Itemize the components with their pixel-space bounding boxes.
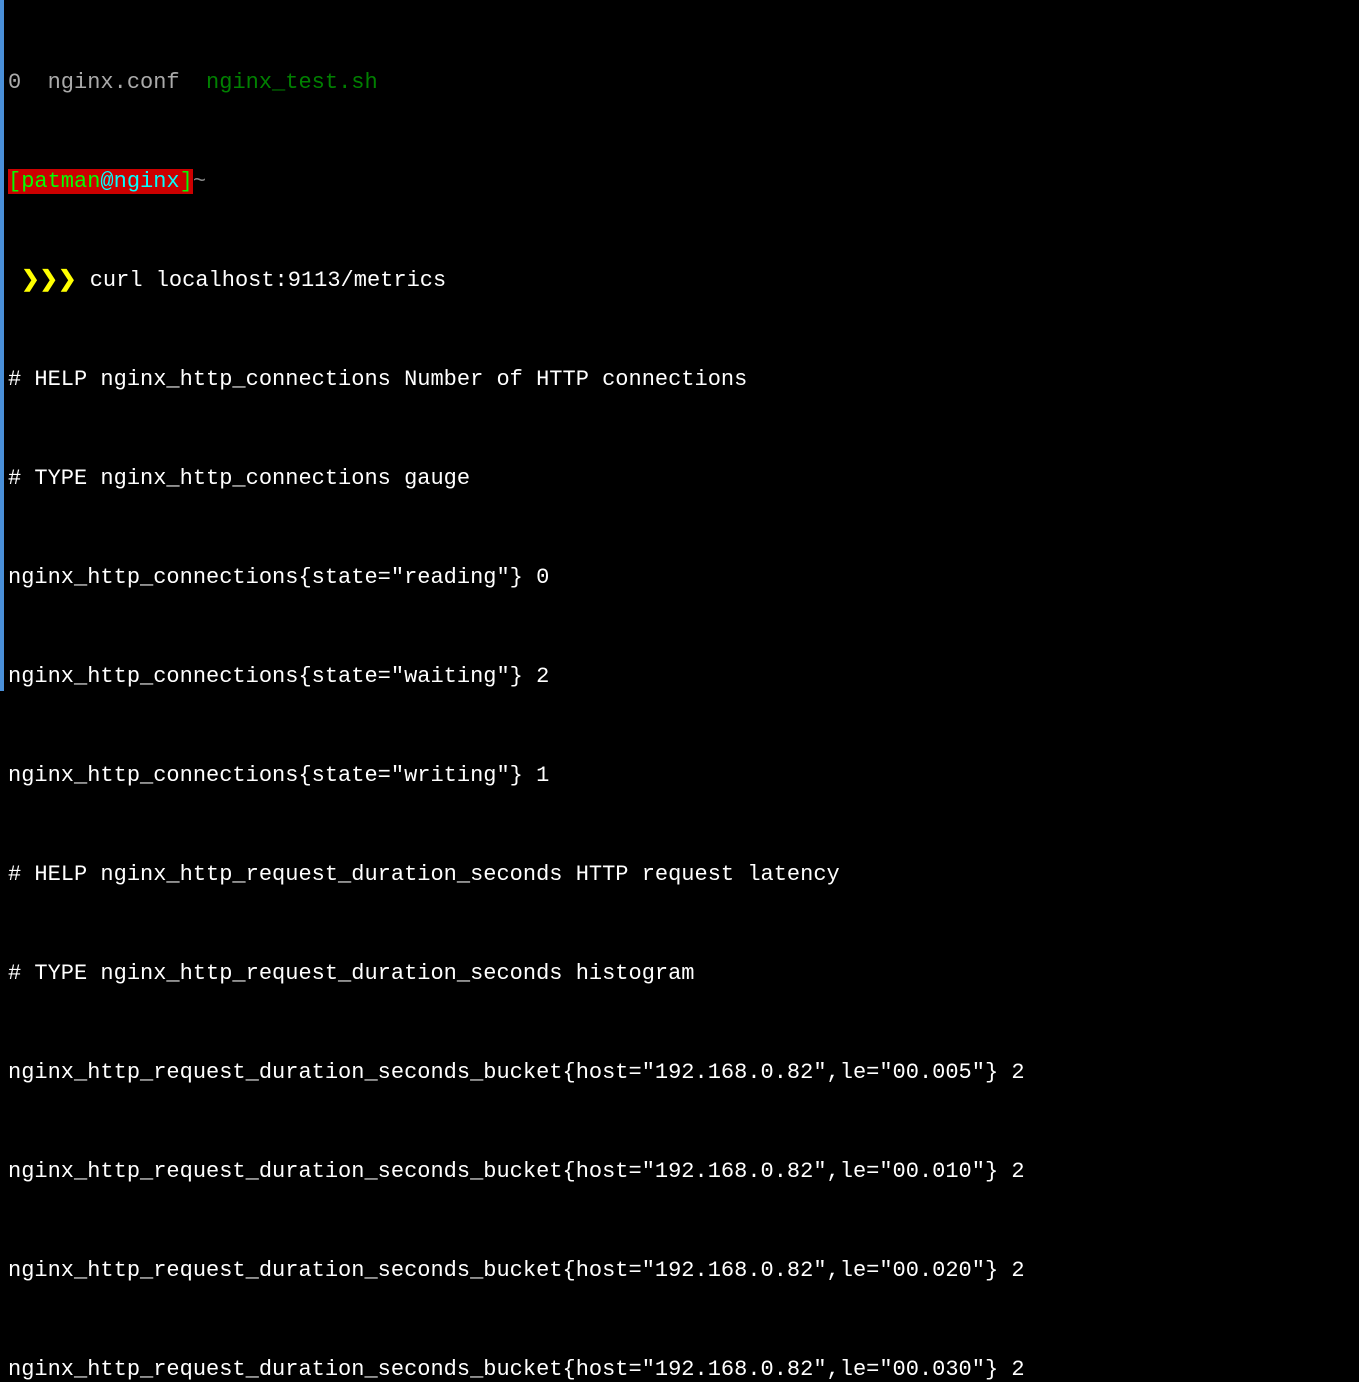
prev-output-file: nginx_test.sh [206,70,378,95]
prompt-user: patman [21,169,100,194]
output-line: nginx_http_request_duration_seconds_buck… [8,1056,1355,1089]
output-line: nginx_http_connections{state="writing"} … [8,759,1355,792]
output-line: nginx_http_connections{state="waiting"} … [8,660,1355,693]
output-line: # HELP nginx_http_request_duration_secon… [8,858,1355,891]
output-line: nginx_http_connections{state="reading"} … [8,561,1355,594]
prompt-arrows-icon: ❯❯❯ [8,268,90,293]
prompt-open-bracket: [ [8,169,21,194]
prompt-cwd: ~ [193,169,206,194]
terminal-window[interactable]: 0 nginx.conf nginx_test.sh [patman@nginx… [4,0,1359,1382]
prompt-at: @ [100,169,113,194]
prompt-line: [patman@nginx]~ [8,165,1355,198]
output-line: # HELP nginx_http_connections Number of … [8,363,1355,396]
output-line: nginx_http_request_duration_seconds_buck… [8,1155,1355,1188]
command-line[interactable]: ❯❯❯ curl localhost:9113/metrics [8,264,1355,297]
output-line: nginx_http_request_duration_seconds_buck… [8,1254,1355,1287]
prompt-close-bracket: ] [180,169,193,194]
command-text: curl localhost:9113/metrics [90,268,446,293]
output-line: # TYPE nginx_http_connections gauge [8,462,1355,495]
prompt-host: nginx [114,169,180,194]
output-line: nginx_http_request_duration_seconds_buck… [8,1353,1355,1382]
prev-output-fragment: 0 nginx.conf [8,70,206,95]
output-line: # TYPE nginx_http_request_duration_secon… [8,957,1355,990]
previous-output-line: 0 nginx.conf nginx_test.sh [8,66,1355,99]
